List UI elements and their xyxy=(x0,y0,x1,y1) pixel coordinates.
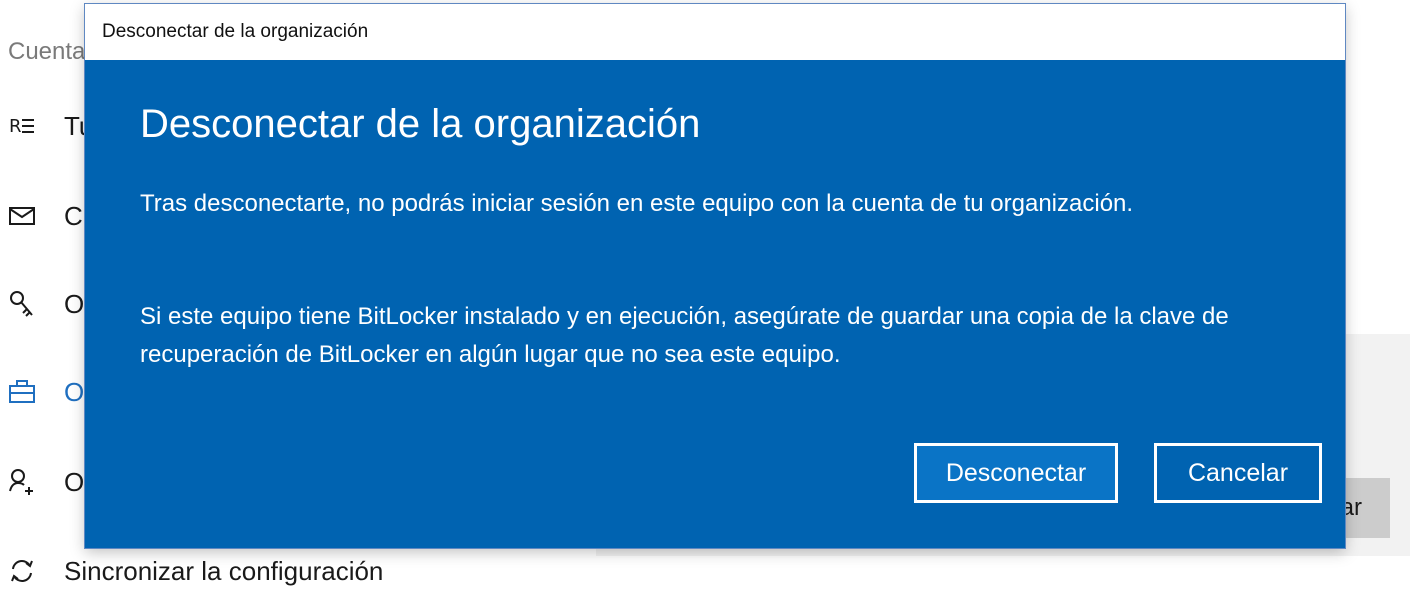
nav-item-sync-settings[interactable]: Sincronizar la configuración xyxy=(0,551,600,591)
cancel-button[interactable]: Cancelar xyxy=(1154,443,1322,503)
nav-item-label: O xyxy=(64,376,85,407)
dialog-message-1: Tras desconectarte, no podrás iniciar se… xyxy=(140,190,1134,217)
dialog-titlebar: Desconectar de la organización xyxy=(85,4,1345,60)
user-info-icon: R xyxy=(0,115,44,137)
disconnect-dialog: Desconectar de la organización Desconect… xyxy=(85,4,1345,548)
dialog-window-title: Desconectar de la organización xyxy=(102,21,369,42)
add-person-icon xyxy=(0,467,44,497)
key-icon xyxy=(0,289,44,319)
briefcase-icon xyxy=(0,380,44,404)
disconnect-button[interactable]: Desconectar xyxy=(914,443,1118,503)
sync-icon xyxy=(0,557,44,585)
dialog-body: Desconectar de la organización Tras desc… xyxy=(85,60,1345,548)
dialog-message-2: Si este equipo tiene BitLocker instalado… xyxy=(140,303,1229,368)
svg-text:R: R xyxy=(9,116,22,137)
nav-item-label: O xyxy=(64,288,85,319)
screen: Cuenta R Tu Cu O O O Sincronizar la conf… xyxy=(0,0,1426,594)
nav-item-label: Sincronizar la configuración xyxy=(64,555,384,586)
dialog-heading: Desconectar de la organización xyxy=(140,102,701,146)
page-title: Cuenta xyxy=(8,38,86,65)
nav-item-label: O xyxy=(64,466,85,497)
mail-icon xyxy=(0,206,44,226)
